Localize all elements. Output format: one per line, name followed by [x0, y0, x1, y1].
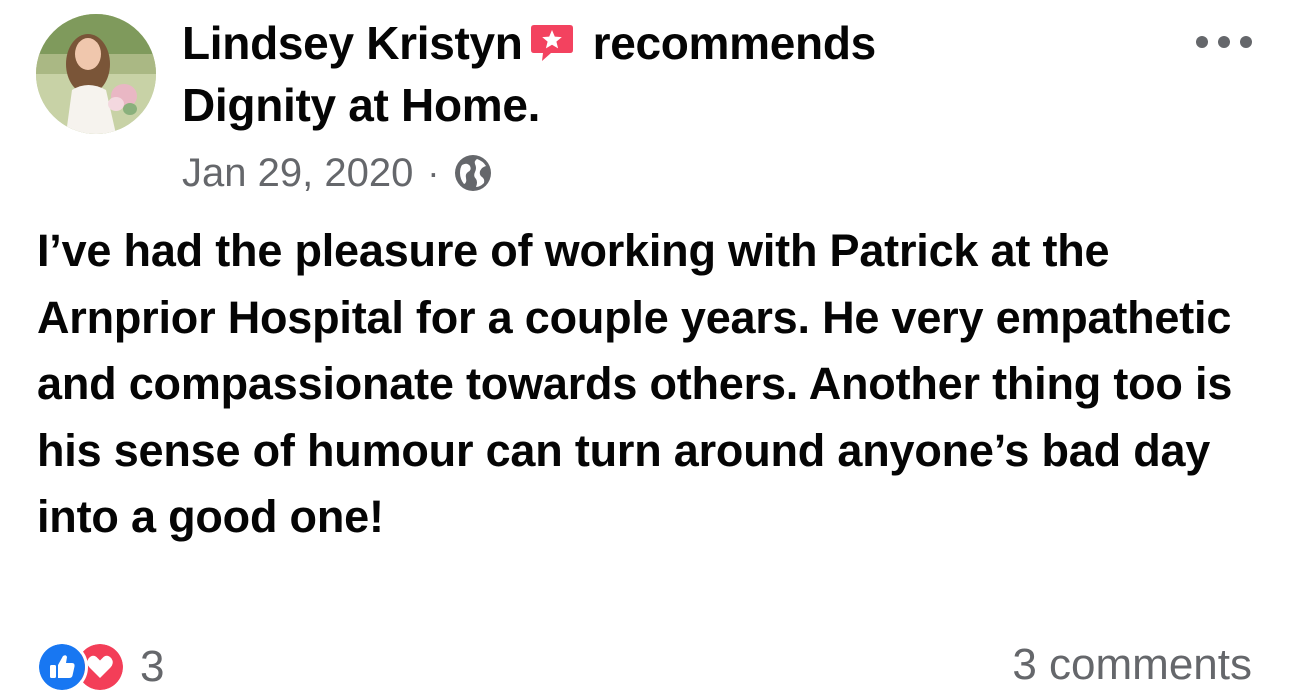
- post-header: Lindsey Kristyn recommends Dignity at Hom…: [182, 12, 1062, 136]
- post-date[interactable]: Jan 29, 2020: [182, 151, 413, 196]
- post-meta: Jan 29, 2020 ·: [182, 146, 493, 200]
- recommend-star-icon: [529, 23, 575, 61]
- reaction-summary[interactable]: 3: [36, 641, 165, 693]
- action-text: recommends: [592, 17, 877, 69]
- comments-count-link[interactable]: 3 comments: [1012, 640, 1252, 690]
- avatar-photo: [36, 14, 156, 134]
- page-name-link[interactable]: Dignity at Home.: [182, 79, 540, 131]
- reaction-count: 3: [140, 642, 165, 691]
- more-options-icon[interactable]: [1196, 22, 1252, 62]
- avatar[interactable]: [36, 14, 156, 134]
- author-name[interactable]: Lindsey Kristyn: [182, 17, 523, 69]
- meta-separator: ·: [427, 152, 440, 193]
- globe-icon[interactable]: [453, 153, 493, 193]
- like-icon: [36, 641, 88, 693]
- post-body: I’ve had the pleasure of working with Pa…: [37, 225, 1233, 542]
